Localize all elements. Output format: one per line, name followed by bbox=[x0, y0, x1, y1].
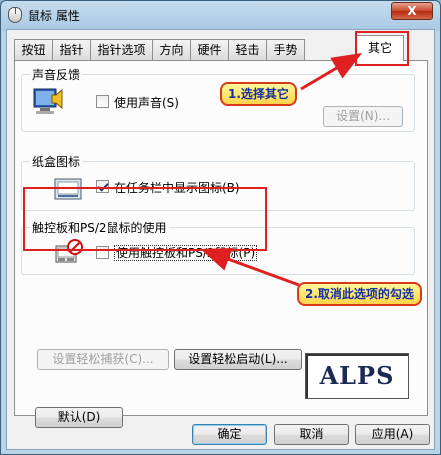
ok-button[interactable]: 确定 bbox=[192, 424, 267, 445]
touchpad-ps2-group: 触控板和PS/2鼠标的使用 使用触控板和PS/2鼠标(P) bbox=[21, 219, 415, 275]
sound-settings-button[interactable]: 设置(N)... bbox=[323, 106, 403, 127]
tab-gestures[interactable]: 手势 bbox=[266, 39, 305, 60]
easy-launch-button[interactable]: 设置轻松启动(L)... bbox=[174, 349, 302, 370]
show-tray-icon-label: 在任务栏中显示图标(B) bbox=[114, 181, 240, 195]
tab-pointer-options[interactable]: 指针选项 bbox=[90, 39, 153, 60]
use-touchpad-ps2-checkbox[interactable] bbox=[96, 246, 109, 259]
tray-icon-group: 纸盒图标 在任务栏中显示图标(B) bbox=[21, 153, 415, 211]
touchpad-ps2-legend: 触控板和PS/2鼠标的使用 bbox=[30, 219, 169, 236]
use-sound-label: 使用声音(S) bbox=[114, 96, 179, 110]
sound-feedback-legend: 声音反馈 bbox=[30, 66, 83, 83]
tab-hardware[interactable]: 硬件 bbox=[190, 39, 229, 60]
use-touchpad-ps2-label: 使用触控板和PS/2鼠标(P) bbox=[114, 245, 258, 261]
show-tray-icon-checkbox[interactable] bbox=[96, 180, 109, 193]
apply-button[interactable]: 应用(A) bbox=[355, 424, 430, 445]
cancel-button[interactable]: 取消 bbox=[274, 424, 349, 445]
defaults-button[interactable]: 默认(D) bbox=[35, 407, 123, 428]
mouse-properties-window: 鼠标 属性 X 按钮 指针 指针选项 方向 硬件 轻击 手势 其它 声音反馈 使… bbox=[0, 0, 441, 455]
taskbar-icon bbox=[54, 178, 82, 200]
tab-other[interactable]: 其它 bbox=[356, 35, 404, 61]
alps-logo: ALPS bbox=[305, 353, 409, 399]
tray-icon-legend: 纸盒图标 bbox=[30, 153, 83, 170]
mouse-icon bbox=[8, 7, 22, 23]
sound-feedback-group: 声音反馈 使用声音(S) 设置(N)... bbox=[21, 66, 415, 132]
tab-page-other: 声音反馈 使用声音(S) 设置(N)... 纸盒图标 在任务栏中显示图标(B) … bbox=[14, 60, 428, 428]
tab-pointers[interactable]: 指针 bbox=[52, 39, 91, 60]
window-title: 鼠标 属性 bbox=[28, 9, 80, 23]
touchpad-disabled-icon bbox=[55, 239, 83, 263]
easy-capture-button[interactable]: 设置轻松捕获(C)... bbox=[37, 349, 169, 370]
tab-orientation[interactable]: 方向 bbox=[152, 39, 191, 60]
tab-tapping[interactable]: 轻击 bbox=[228, 39, 267, 60]
title-bar[interactable]: 鼠标 属性 X bbox=[1, 1, 440, 29]
tab-buttons[interactable]: 按钮 bbox=[14, 39, 53, 60]
speaker-icon bbox=[33, 88, 63, 114]
use-sound-checkbox[interactable] bbox=[96, 95, 109, 108]
annotation-step1: 1.选择其它 bbox=[220, 82, 297, 106]
annotation-step2: 2.取消此选项的勾选 bbox=[297, 282, 422, 306]
close-button[interactable]: X bbox=[391, 2, 433, 20]
